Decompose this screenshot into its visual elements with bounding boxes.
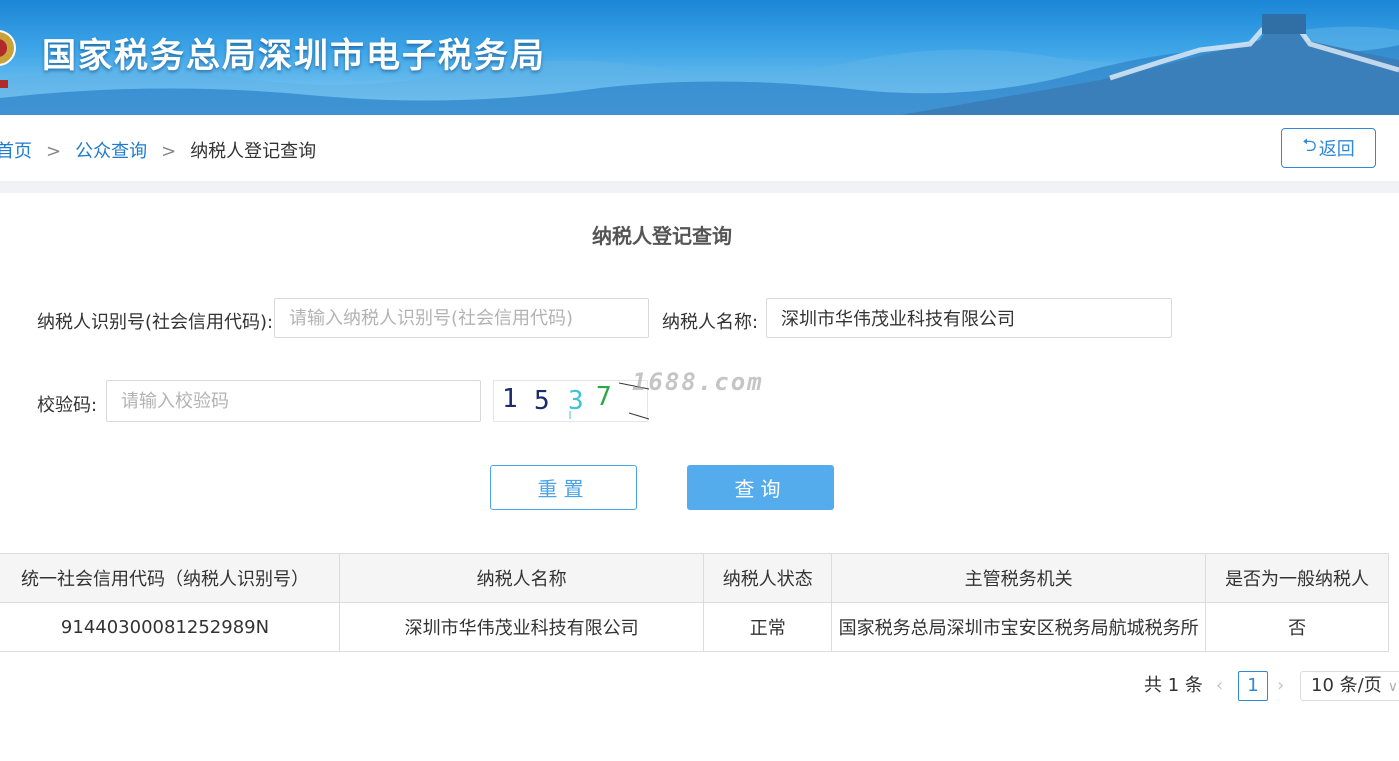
- captcha-input[interactable]: [106, 380, 481, 422]
- breadcrumb-separator: >: [46, 141, 62, 162]
- captcha-digit: 1: [502, 384, 518, 414]
- table-row: 91440300081252989N 深圳市华伟茂业科技有限公司 正常 国家税务…: [0, 602, 1389, 652]
- table-header-row: 统一社会信用代码（纳税人识别号） 纳税人名称 纳税人状态 主管税务机关 是否为一…: [0, 553, 1389, 603]
- chevron-right-icon[interactable]: ›: [1277, 671, 1284, 701]
- results-table: 统一社会信用代码（纳税人识别号） 纳税人名称 纳税人状态 主管税务机关 是否为一…: [0, 553, 1389, 652]
- breadcrumb-separator: >: [161, 141, 177, 162]
- captcha-digit: 5: [534, 386, 550, 416]
- captcha-label: 校验码:: [37, 395, 98, 416]
- page-size-value: 10 条/页: [1311, 675, 1382, 696]
- cell-credit-code: 91440300081252989N: [0, 602, 341, 652]
- form-title: 纳税人登记查询: [592, 224, 732, 248]
- breadcrumb-home-link[interactable]: 首页: [0, 141, 32, 162]
- back-button-label: 返回: [1318, 139, 1355, 160]
- taxpayer-name-label: 纳税人名称:: [662, 312, 759, 333]
- column-header-tax-authority: 主管税务机关: [831, 553, 1207, 603]
- breadcrumb-bar: 首页 > 公众查询 > 纳税人登记查询 ⮌ 返回: [0, 115, 1399, 181]
- captcha-digit: 7: [596, 382, 612, 412]
- chevron-left-icon[interactable]: ‹: [1216, 671, 1223, 701]
- cell-general-taxpayer: 否: [1205, 602, 1389, 652]
- column-header-general-taxpayer: 是否为一般纳税人: [1205, 553, 1389, 603]
- watermark-text: 1688.com: [632, 368, 764, 396]
- column-header-credit-code: 统一社会信用代码（纳税人识别号）: [0, 553, 341, 603]
- cell-status: 正常: [703, 602, 833, 652]
- tax-emblem-logo: [0, 18, 18, 92]
- chevron-down-icon: ∨: [1387, 679, 1398, 695]
- page-size-select[interactable]: 10 条/页 ∨: [1300, 671, 1399, 701]
- breadcrumb: 首页 > 公众查询 > 纳税人登记查询: [0, 137, 316, 163]
- taxpayer-name-input[interactable]: [766, 298, 1172, 338]
- column-header-taxpayer-name: 纳税人名称: [339, 553, 705, 603]
- taxpayer-id-input[interactable]: [274, 298, 649, 338]
- pagination-total: 共 1 条: [1144, 675, 1203, 696]
- header-banner: 国家税务总局深圳市电子税务局: [0, 0, 1399, 115]
- cell-taxpayer-name: 深圳市华伟茂业科技有限公司: [339, 602, 705, 652]
- captcha-image[interactable]: 1 5 3 7: [493, 380, 650, 422]
- site-title: 国家税务总局深圳市电子税务局: [42, 36, 546, 76]
- section-divider: [0, 181, 1399, 193]
- breadcrumb-public-query-link[interactable]: 公众查询: [75, 141, 147, 162]
- breadcrumb-current: 纳税人登记查询: [190, 141, 317, 162]
- column-header-status: 纳税人状态: [703, 553, 833, 603]
- reset-button[interactable]: 重置: [490, 465, 637, 510]
- cell-tax-authority: 国家税务总局深圳市宝安区税务局航城税务所: [831, 602, 1207, 652]
- pagination-page-button[interactable]: 1: [1238, 671, 1268, 701]
- return-arrow-icon: ⮌: [1302, 135, 1317, 156]
- query-button[interactable]: 查询: [687, 465, 834, 510]
- taxpayer-id-label: 纳税人识别号(社会信用代码):: [37, 312, 274, 333]
- back-button[interactable]: ⮌ 返回: [1281, 128, 1376, 168]
